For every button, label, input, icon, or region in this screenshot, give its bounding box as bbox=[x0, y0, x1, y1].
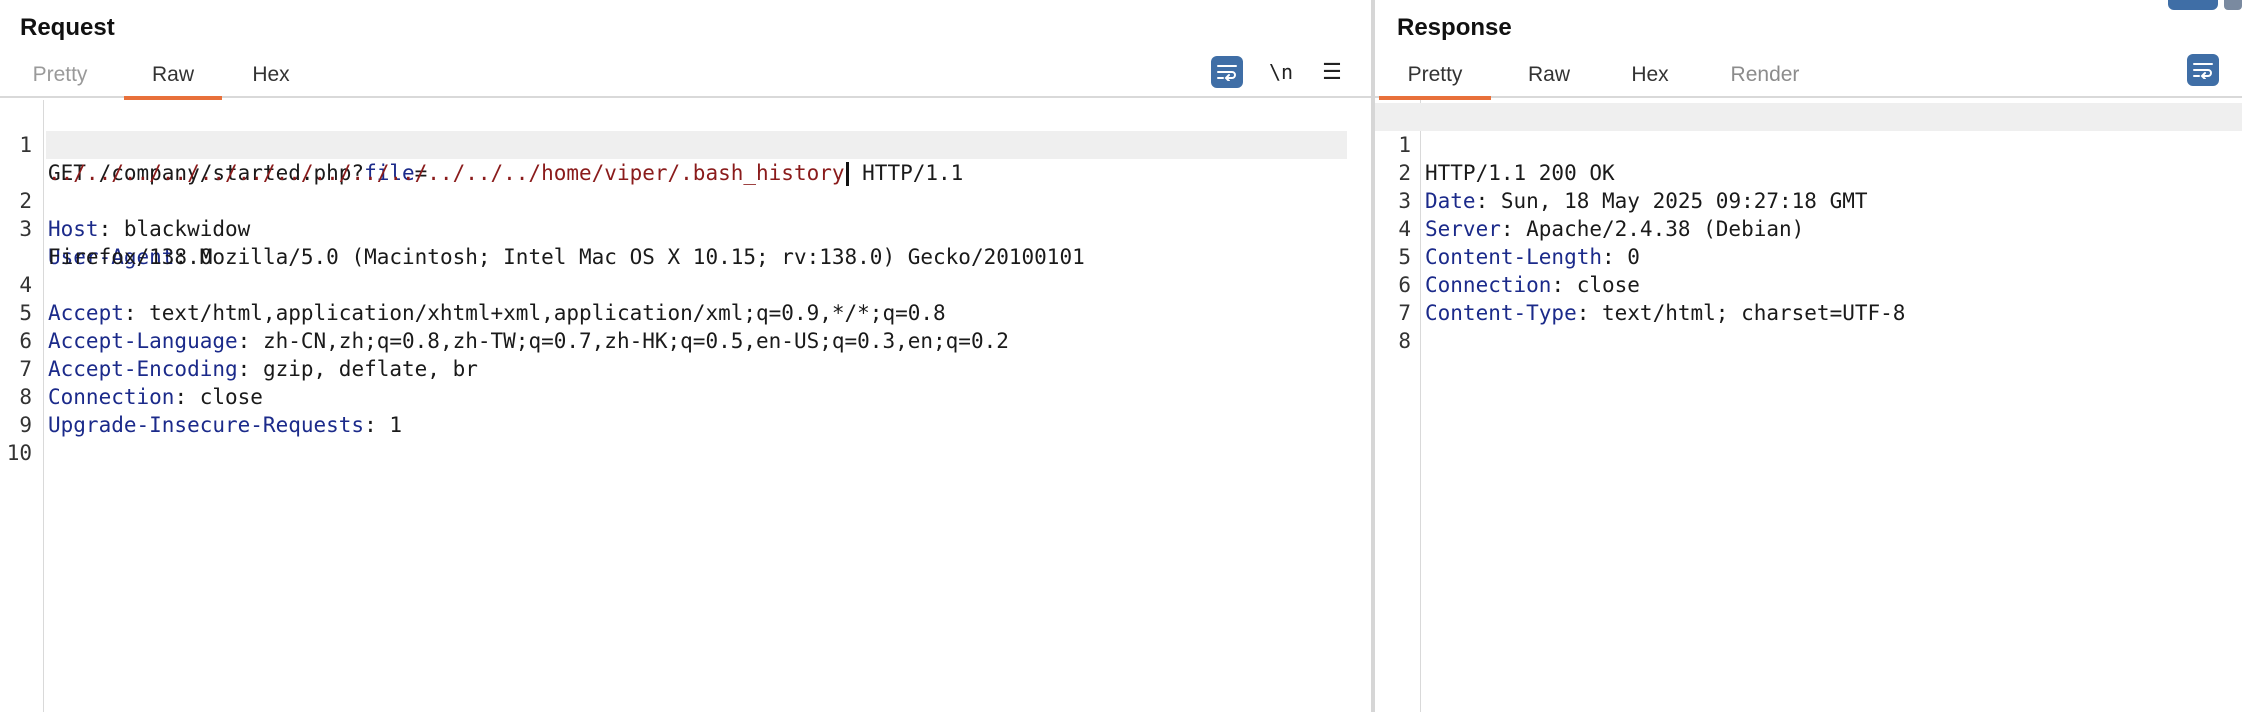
request-line: 9 bbox=[0, 383, 1371, 437]
response-line: 4 Content-Length: 0 bbox=[1375, 187, 2242, 269]
word-wrap-icon bbox=[1217, 65, 1237, 81]
line-number: 10 bbox=[6, 441, 32, 465]
request-line: 3 User-Agent: Mozilla/5.0 (Macintosh; In… bbox=[0, 187, 1371, 269]
hamburger-menu-icon[interactable]: ☰ bbox=[1316, 56, 1348, 88]
response-pane: Response Pretty Raw Hex Render 1 HTTP/1.… bbox=[1375, 0, 2242, 712]
line-number: 1 bbox=[19, 133, 32, 157]
response-title: Response bbox=[1397, 14, 1512, 41]
response-line: 2 Date: Sun, 18 May 2025 09:27:18 GMT bbox=[1375, 131, 2242, 213]
response-tab-hex[interactable]: Hex bbox=[1619, 52, 1681, 98]
request-pane: Request Pretty Raw Hex \n ☰ 1 GET /compa… bbox=[0, 0, 1371, 712]
layout-toggle[interactable] bbox=[2168, 0, 2242, 10]
layout-split-icon[interactable] bbox=[2168, 0, 2218, 10]
response-tab-render[interactable]: Render bbox=[1719, 52, 1811, 98]
request-editor[interactable]: 1 GET /company/started.php?file= ../../.… bbox=[0, 100, 1371, 712]
response-line: 3 Server: Apache/2.4.38 (Debian) bbox=[1375, 159, 2242, 241]
response-line: 7 bbox=[1375, 271, 2242, 325]
request-line-current: ../../../../../../../../../../../../../h… bbox=[46, 131, 1347, 186]
response-word-wrap-button[interactable] bbox=[2187, 54, 2219, 86]
request-line: 2 Host: blackwidow bbox=[0, 159, 1371, 241]
request-tab-raw[interactable]: Raw bbox=[124, 52, 222, 100]
newline-toggle-icon[interactable]: \n bbox=[1265, 56, 1297, 88]
response-line: 6 Content-Type: text/html; charset=UTF-8 bbox=[1375, 243, 2242, 325]
request-line: 8 Upgrade-Insecure-Requests: 1 bbox=[0, 355, 1371, 437]
request-tab-hex[interactable]: Hex bbox=[240, 52, 302, 98]
request-line: 10 bbox=[0, 411, 1371, 465]
request-line: 4 Accept: text/html,application/xhtml+xm… bbox=[0, 243, 1371, 325]
request-line: 5 Accept-Language: zh-CN,zh;q=0.8,zh-TW;… bbox=[0, 271, 1371, 353]
word-wrap-icon bbox=[2193, 63, 2213, 79]
request-line: Firefox/138.0 bbox=[0, 215, 1371, 269]
request-tab-pretty[interactable]: Pretty bbox=[20, 52, 100, 98]
response-tab-pretty[interactable]: Pretty bbox=[1379, 52, 1491, 100]
request-line: 7 Connection: close bbox=[0, 327, 1371, 409]
response-tab-raw[interactable]: Raw bbox=[1515, 52, 1583, 98]
word-wrap-button[interactable] bbox=[1211, 56, 1243, 88]
layout-alt-icon[interactable] bbox=[2224, 0, 2242, 10]
request-line: 6 Accept-Encoding: gzip, deflate, br bbox=[0, 299, 1371, 381]
line-number: 8 bbox=[1398, 329, 1411, 353]
request-line: 1 GET /company/started.php?file= bbox=[0, 103, 1371, 185]
response-line: 5 Connection: close bbox=[1375, 215, 2242, 297]
request-title: Request bbox=[20, 14, 115, 41]
request-tabs: Pretty Raw Hex bbox=[0, 52, 1371, 100]
response-tabs: Pretty Raw Hex Render bbox=[1375, 52, 2242, 100]
response-editor[interactable]: 1 HTTP/1.1 200 OK 2 Date: Sun, 18 May 20… bbox=[1375, 100, 2242, 712]
response-line: 8 bbox=[1375, 299, 2242, 353]
response-line-current: 1 HTTP/1.1 200 OK bbox=[1375, 103, 2242, 185]
